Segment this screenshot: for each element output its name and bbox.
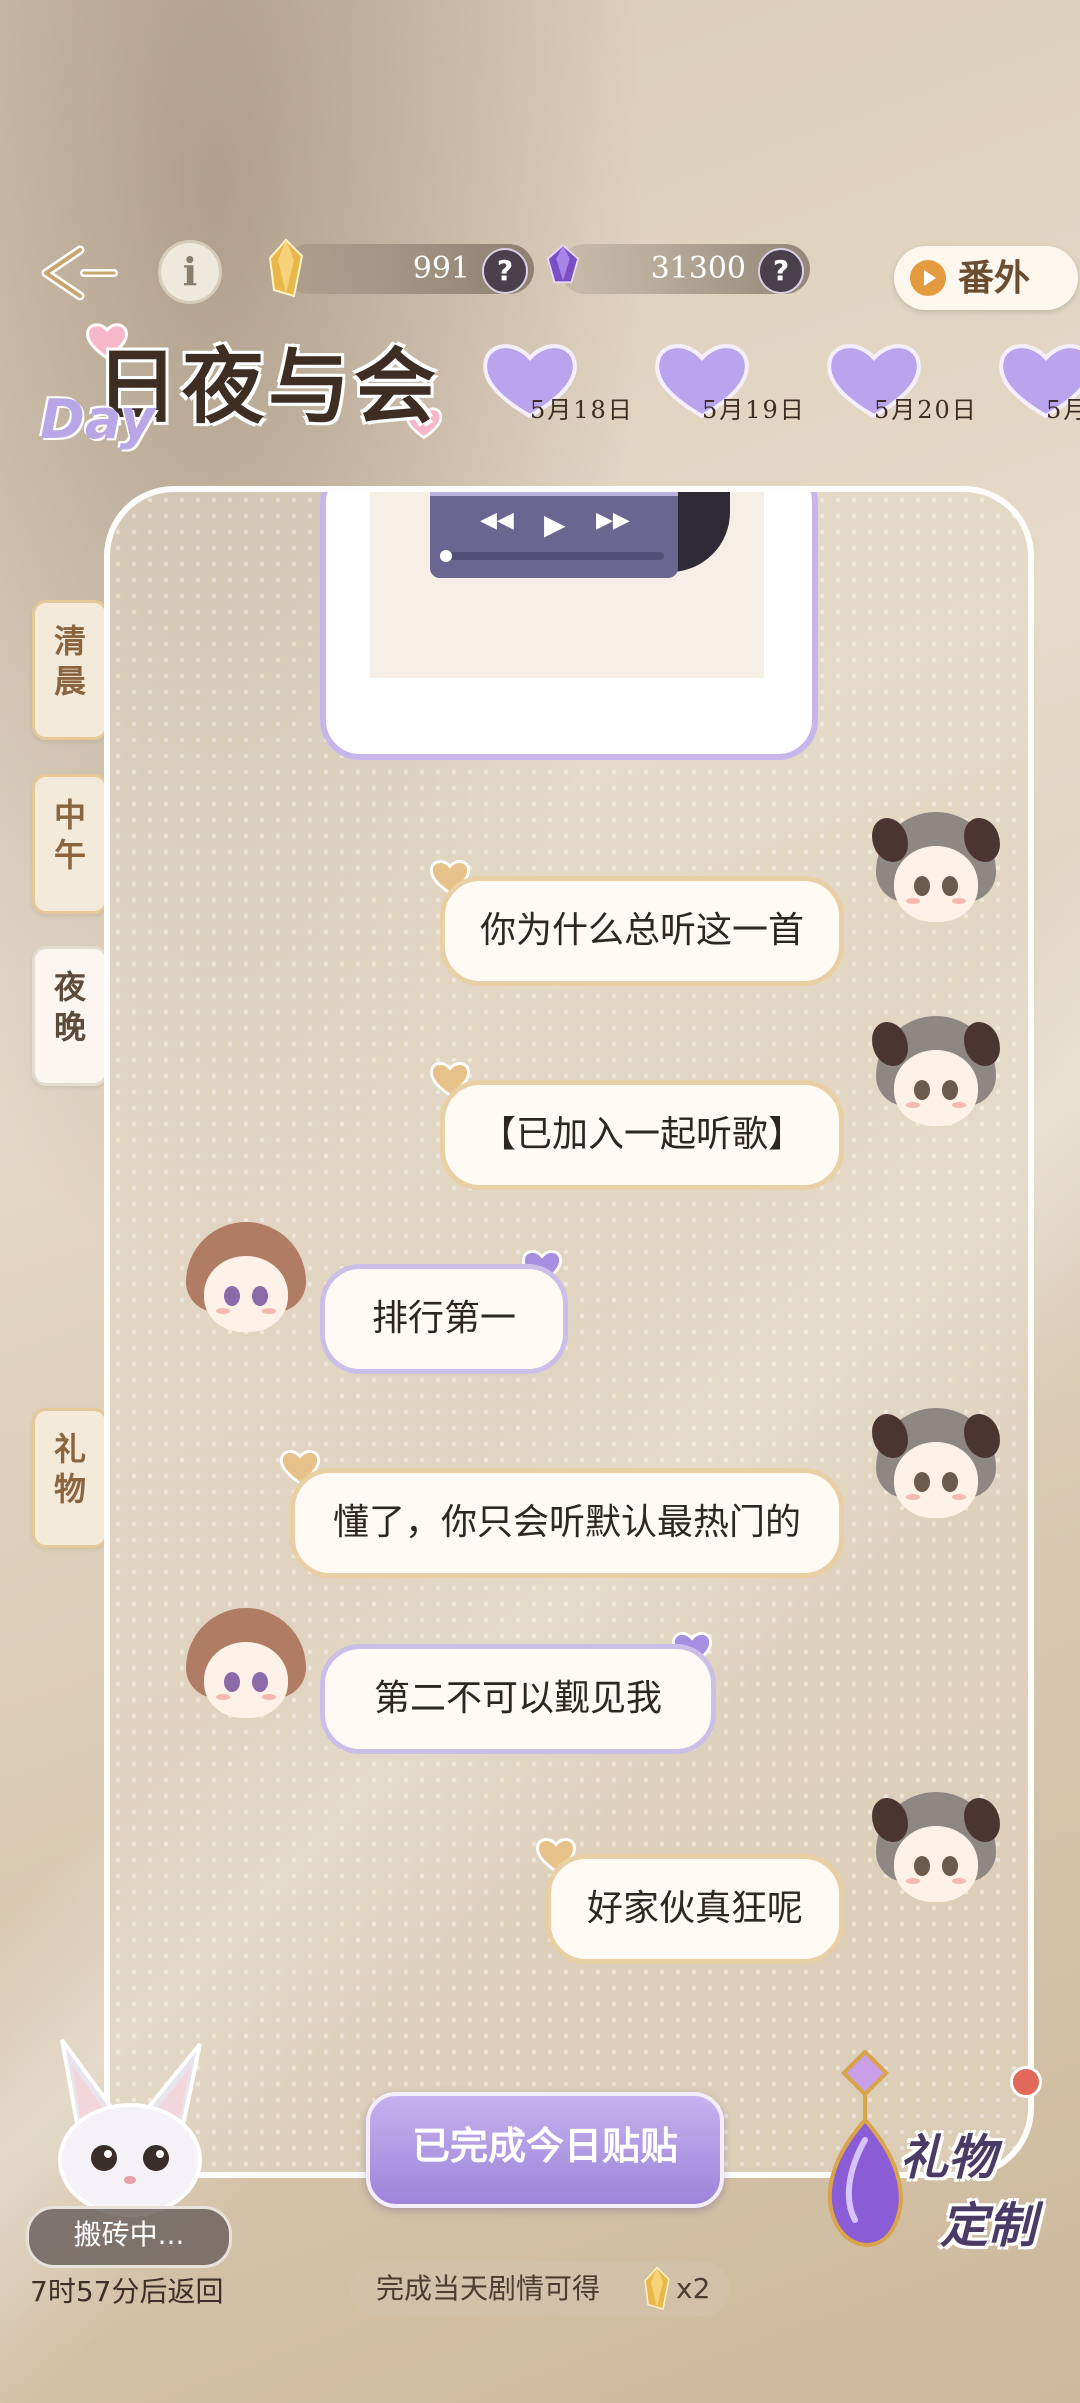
- date-selector: 5月18日 5月19日 5月20日 5月21日: [470, 340, 1080, 440]
- progress-handle[interactable]: [440, 550, 452, 562]
- tab-noon[interactable]: 中午: [32, 774, 108, 914]
- chat-bubble-self: 你为什么总听这一首: [440, 876, 844, 986]
- event-day-text: Day: [40, 388, 155, 451]
- extra-story-button[interactable]: 番外: [894, 246, 1078, 310]
- tab-gift[interactable]: 礼物: [32, 1408, 108, 1548]
- chat-panel: ◀◀ ▶ ▶▶ 你为什么总听这一首 【已加入一起听歌】 排行第一 懂了，你只会听…: [104, 486, 1034, 2178]
- music-card-screen: ◀◀ ▶ ▶▶: [370, 492, 764, 678]
- purple-currency-value: 31300: [650, 251, 746, 286]
- avatar-self: [872, 1016, 1000, 1136]
- info-icon[interactable]: i: [158, 240, 222, 304]
- bunny-mascot-icon[interactable]: [40, 2030, 220, 2220]
- avatar-self: [872, 1792, 1000, 1912]
- previous-icon[interactable]: ◀◀: [480, 508, 514, 533]
- notification-dot: [1010, 2066, 1042, 2098]
- chat-bubble-self: 【已加入一起听歌】: [440, 1080, 844, 1190]
- message-text: 【已加入一起听歌】: [479, 1114, 804, 1155]
- message-text: 排行第一: [371, 1298, 516, 1339]
- tab-evening[interactable]: 夜晚: [32, 946, 108, 1086]
- chat-bubble-other: 第二不可以觐见我: [320, 1644, 716, 1754]
- next-icon[interactable]: ▶▶: [596, 508, 630, 533]
- gold-currency-value: 991: [412, 251, 470, 286]
- message-text: 你为什么总听这一首: [479, 910, 804, 951]
- date-label: 5月18日: [530, 396, 634, 424]
- avatar-self: [872, 1408, 1000, 1528]
- date-label: 5月21日: [1046, 396, 1080, 424]
- date-item-1[interactable]: 5月18日: [470, 340, 640, 440]
- purple-currency: 31300 ?: [546, 244, 810, 294]
- gold-crystal-icon: [644, 2266, 670, 2310]
- tab-morning-label: 清晨: [53, 622, 86, 700]
- gift-customize-line1: 礼物: [900, 2130, 997, 2186]
- message-text: 懂了，你只会听默认最热门的: [332, 1502, 801, 1543]
- reward-multiplier: x2: [676, 2272, 711, 2305]
- status-pill: 搬砖中...: [26, 2206, 232, 2268]
- back-arrow-icon[interactable]: [40, 238, 118, 308]
- tab-gift-label: 礼物: [53, 1430, 86, 1508]
- tab-noon-label: 中午: [53, 796, 86, 874]
- avatar-self: [872, 812, 1000, 932]
- progress-bar[interactable]: [444, 552, 664, 560]
- event-logo: 日夜与会 Day: [36, 300, 466, 470]
- play-icon: [910, 260, 946, 296]
- reward-text: 完成当天剧情可得: [376, 2272, 601, 2305]
- date-label: 5月19日: [702, 396, 806, 424]
- chat-bubble-self: 懂了，你只会听默认最热门的: [290, 1468, 844, 1578]
- date-label: 5月20日: [874, 396, 978, 424]
- tab-morning[interactable]: 清晨: [32, 600, 108, 740]
- chat-bubble-other: 排行第一: [320, 1264, 568, 1374]
- avatar-other: [186, 1222, 306, 1342]
- tab-evening-label: 夜晚: [53, 968, 86, 1046]
- date-item-4[interactable]: 5月21日: [986, 340, 1080, 440]
- purple-help-button[interactable]: ?: [758, 248, 804, 294]
- message-text: 好家伙真狂呢: [586, 1888, 803, 1929]
- date-item-2[interactable]: 5月19日: [642, 340, 812, 440]
- gold-currency: 991 ?: [268, 238, 534, 298]
- reward-info: 完成当天剧情可得 x2: [350, 2262, 730, 2316]
- chat-scroll-area[interactable]: ◀◀ ▶ ▶▶ 你为什么总听这一首 【已加入一起听歌】 排行第一 懂了，你只会听…: [110, 492, 1028, 2172]
- chat-bubble-self: 好家伙真狂呢: [546, 1854, 844, 1964]
- gold-crystal-icon: [268, 238, 304, 298]
- message-text: 第二不可以觐见我: [373, 1678, 662, 1719]
- date-item-3[interactable]: 5月20日: [814, 340, 984, 440]
- gold-help-button[interactable]: ?: [482, 248, 528, 294]
- completed-today-button[interactable]: 已完成今日贴贴: [366, 2092, 724, 2208]
- music-share-card[interactable]: ◀◀ ▶ ▶▶: [320, 492, 818, 760]
- purple-gem-icon: [546, 244, 580, 284]
- music-player: ◀◀ ▶ ▶▶: [430, 492, 678, 578]
- avatar-other: [186, 1608, 306, 1728]
- gift-customize-line2: 定制: [940, 2198, 1037, 2254]
- play-icon[interactable]: ▶: [544, 508, 566, 541]
- extra-story-label: 番外: [958, 257, 1031, 299]
- return-timer: 7时57分后返回: [30, 2275, 224, 2308]
